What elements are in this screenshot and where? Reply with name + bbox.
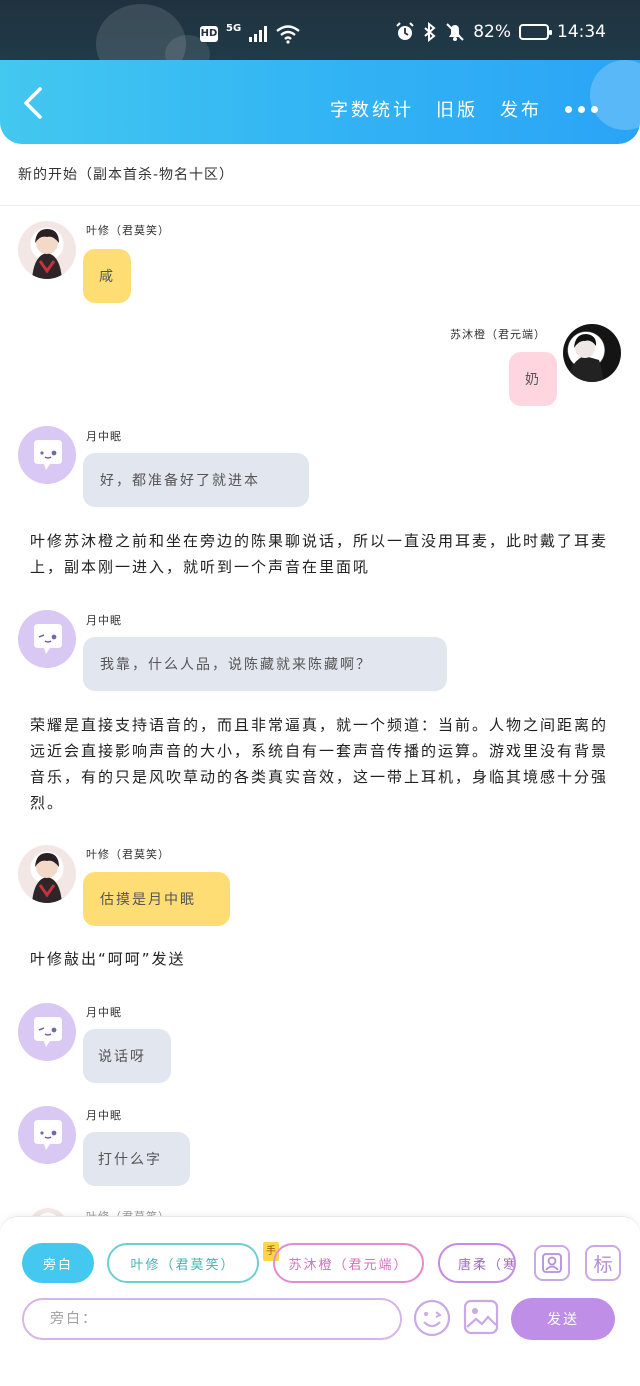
sender-name: 月中眠 xyxy=(86,430,122,443)
app-header: 字数统计 旧版 发布 xyxy=(0,60,640,144)
battery-icon xyxy=(519,24,552,40)
narration-text[interactable]: 荣耀是直接支持语音的，而且非常逼真，就一个频道：当前。人物之间距离的远近会直接影… xyxy=(30,712,610,816)
signal-icon xyxy=(249,26,268,42)
hd-icon: HD xyxy=(200,26,218,42)
sender-name: 月中眠 xyxy=(86,1109,122,1122)
bluetooth-icon xyxy=(424,22,436,42)
image-icon[interactable] xyxy=(463,1299,499,1335)
role-chip-tang-rou[interactable]: 唐柔（寒 xyxy=(438,1243,516,1283)
sender-name: 叶修（君莫笑） xyxy=(86,848,170,861)
role-chip-su[interactable]: 苏沐橙（君元端） xyxy=(273,1243,424,1283)
status-bar: HD 5G 82% 14:34 xyxy=(0,0,640,84)
message-bubble[interactable]: 我靠，什么人品，说陈藏就来陈藏啊？ xyxy=(83,637,447,691)
ghost-avatar[interactable] xyxy=(18,610,76,668)
mark-icon[interactable]: 标 xyxy=(585,1245,621,1281)
su-avatar[interactable] xyxy=(563,324,621,382)
more-dots-icon[interactable] xyxy=(565,106,598,113)
message-bubble[interactable]: 说话呀 xyxy=(83,1029,171,1083)
message-bubble[interactable]: 咸 xyxy=(83,249,131,303)
network-type-label: 5G xyxy=(226,22,242,34)
message-bubble[interactable]: 打什么字 xyxy=(83,1132,190,1186)
header-actions: 字数统计 旧版 发布 xyxy=(330,96,542,122)
sender-name: 叶修（君莫笑） xyxy=(86,224,170,237)
clock: 14:34 xyxy=(557,22,606,42)
ghost-avatar[interactable] xyxy=(18,1106,76,1164)
message-bubble[interactable]: 奶 xyxy=(509,352,557,406)
narration-text[interactable]: 叶修苏沐橙之前和坐在旁边的陈果聊说话，所以一直没用耳麦，此时戴了耳麦上，副本刚一… xyxy=(30,528,610,580)
ye-xiu-avatar[interactable] xyxy=(18,845,76,903)
sender-name: 月中眠 xyxy=(86,1006,122,1019)
mute-icon xyxy=(446,23,464,41)
contact-card-icon[interactable] xyxy=(534,1245,570,1281)
narration-text[interactable]: 叶修敲出“呵呵”发送 xyxy=(30,946,610,972)
divider xyxy=(0,205,640,206)
role-chip-narration[interactable]: 旁白 xyxy=(22,1243,94,1283)
old-version-button[interactable]: 旧版 xyxy=(436,96,478,122)
wifi-icon xyxy=(276,25,300,44)
battery-percent: 82% xyxy=(473,22,511,42)
alarm-icon xyxy=(396,22,414,40)
ghost-avatar[interactable] xyxy=(18,1003,76,1061)
sender-name: 月中眠 xyxy=(86,614,122,627)
word-count-button[interactable]: 字数统计 xyxy=(330,96,414,122)
publish-button[interactable]: 发布 xyxy=(500,96,542,122)
chevron-left-icon[interactable] xyxy=(18,86,48,120)
composer-panel: 旁白 叶修（君莫笑） 手 苏沐橙（君元端） 唐柔（寒 标 发送 xyxy=(0,1216,640,1340)
ye-xiu-avatar[interactable] xyxy=(18,221,76,279)
emoji-icon[interactable] xyxy=(412,1298,452,1338)
ghost-avatar[interactable] xyxy=(18,426,76,484)
message-bubble[interactable]: 好，都准备好了就进本 xyxy=(83,453,309,507)
sender-name: 苏沐橙（君元端） xyxy=(450,328,546,341)
status-bar-left: HD 5G xyxy=(200,22,301,44)
chapter-title[interactable]: 新的开始（副本首杀-物名十区） xyxy=(18,164,234,184)
send-button[interactable]: 发送 xyxy=(511,1298,615,1340)
status-bar-right: 82% 14:34 xyxy=(395,22,606,42)
role-chip-ye-xiu[interactable]: 叶修（君莫笑） xyxy=(107,1243,259,1283)
message-input[interactable] xyxy=(22,1298,402,1340)
header-decoration xyxy=(590,60,640,130)
message-bubble[interactable]: 估摸是月中眠 xyxy=(83,872,230,926)
